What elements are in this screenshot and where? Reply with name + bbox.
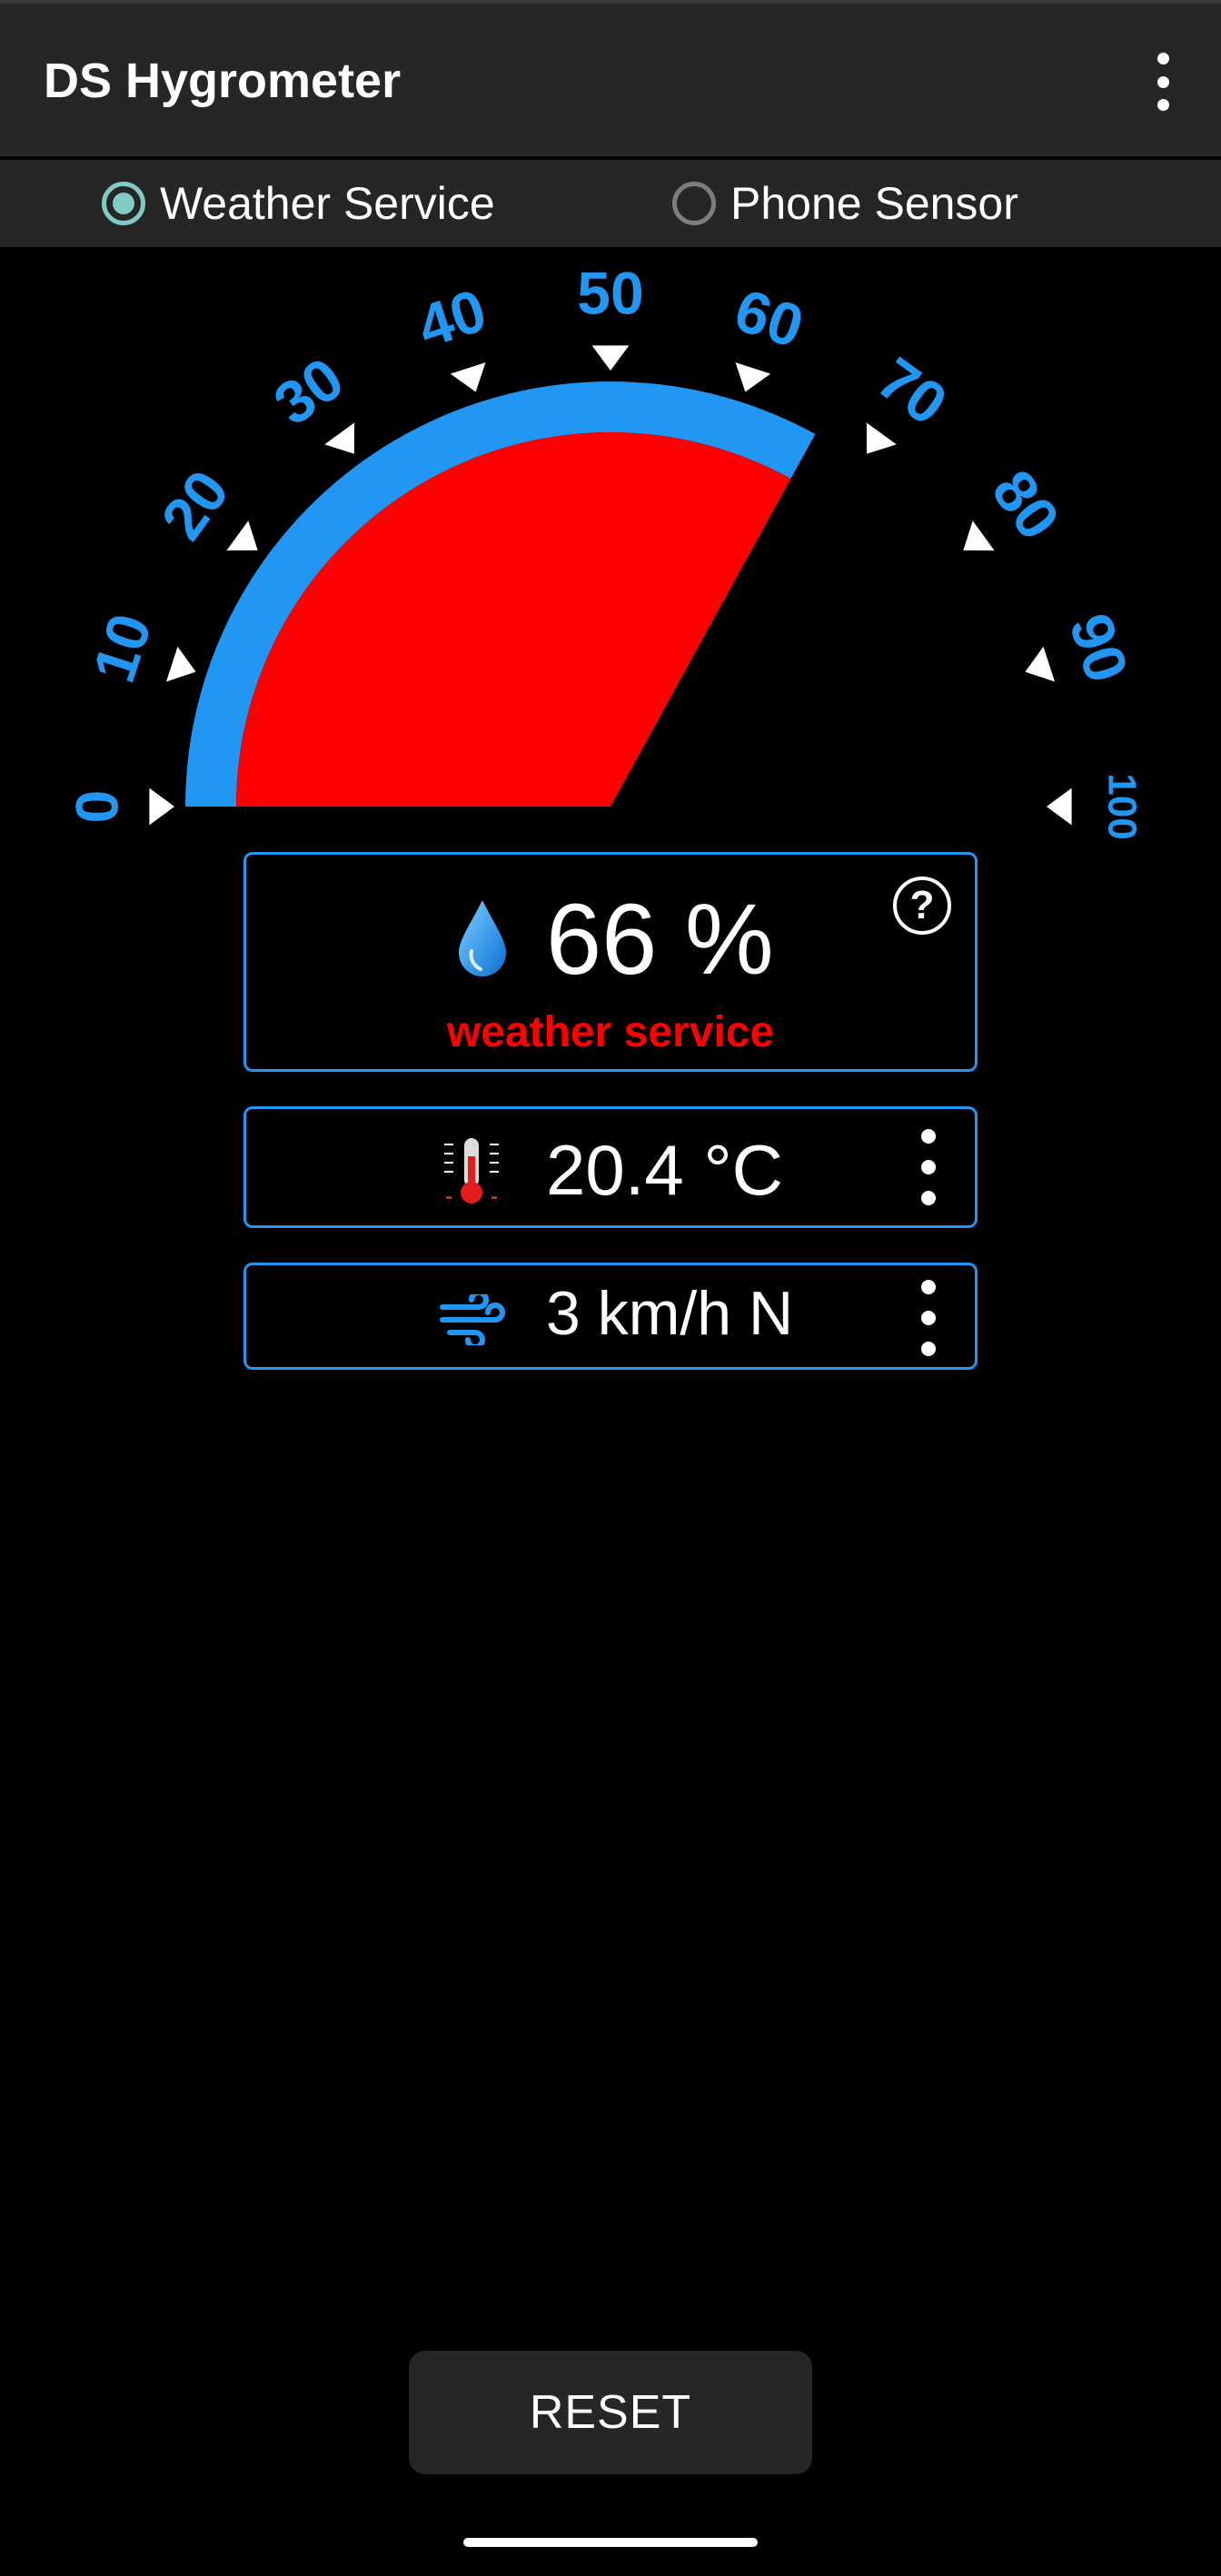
radio-unchecked-icon[interactable] [672,182,716,225]
gauge-tick-label: 30 [262,344,355,438]
gauge-tick-marker [591,345,630,371]
gauge-tick-label: 90 [1057,606,1141,690]
source-selector: Weather Service Phone Sensor [0,160,1221,247]
thermometer-icon [439,1136,504,1205]
gauge-tick-marker [963,520,995,551]
wind-value: 3 km/h N [546,1279,794,1348]
gauge-tick-marker [226,520,258,551]
radio-label-phone-sensor[interactable]: Phone Sensor [730,177,1018,230]
gauge-tick-label: 80 [979,458,1073,551]
gauge-tick-marker [1047,788,1072,826]
gauge-tick-marker [450,362,486,392]
gauge-tick-marker [149,788,174,826]
gauge-tick-label: 70 [866,344,959,438]
wind-menu-icon[interactable] [920,1280,937,1356]
gauge-tick-marker [324,422,355,454]
gauge-tick-label: 0 [63,790,130,824]
app-title: DS Hygrometer [44,54,402,108]
help-icon[interactable]: ? [893,877,951,935]
wind-icon [440,1294,505,1345]
gauge-tick-label: 20 [148,458,242,551]
radio-checked-icon[interactable] [102,182,145,225]
gauge-tick-marker [735,362,771,392]
gauge-fill-sector [236,431,791,807]
humidity-value: 66 % [546,884,774,996]
gauge-tick-marker [165,646,196,682]
radio-weather-service[interactable]: Weather Service [102,174,495,233]
gauge-tick-label: 100 [1099,773,1144,839]
reset-button[interactable]: RESET [409,2351,812,2474]
gauge-tick-label: 50 [577,259,643,326]
home-indicator [463,2538,758,2547]
radio-label-weather-service[interactable]: Weather Service [160,177,495,230]
app-bar: DS Hygrometer [0,0,1221,156]
humidity-gauge: 010203040 50 60708090100 [63,259,1144,839]
temperature-value: 20.4 °C [546,1130,784,1210]
gauge-tick-label: 60 [727,276,811,361]
more-vert-icon[interactable] [1141,53,1185,111]
help-icon-glyph: ? [909,883,935,927]
gauge-tick-marker [1025,646,1056,682]
wind-card: 3 km/h N [243,1263,978,1370]
temperature-card: 20.4 °C [243,1106,978,1228]
gauge-tick-label: 40 [410,276,494,361]
gauge-tick-label: 10 [80,606,164,690]
gauge-tick-marker [866,422,897,454]
humidity-card: 66 % weather service ? [243,852,978,1072]
water-drop-icon [459,900,506,976]
radio-phone-sensor[interactable]: Phone Sensor [672,174,1018,233]
humidity-source-label: weather service [446,1008,775,1056]
temperature-menu-icon[interactable] [920,1129,937,1205]
